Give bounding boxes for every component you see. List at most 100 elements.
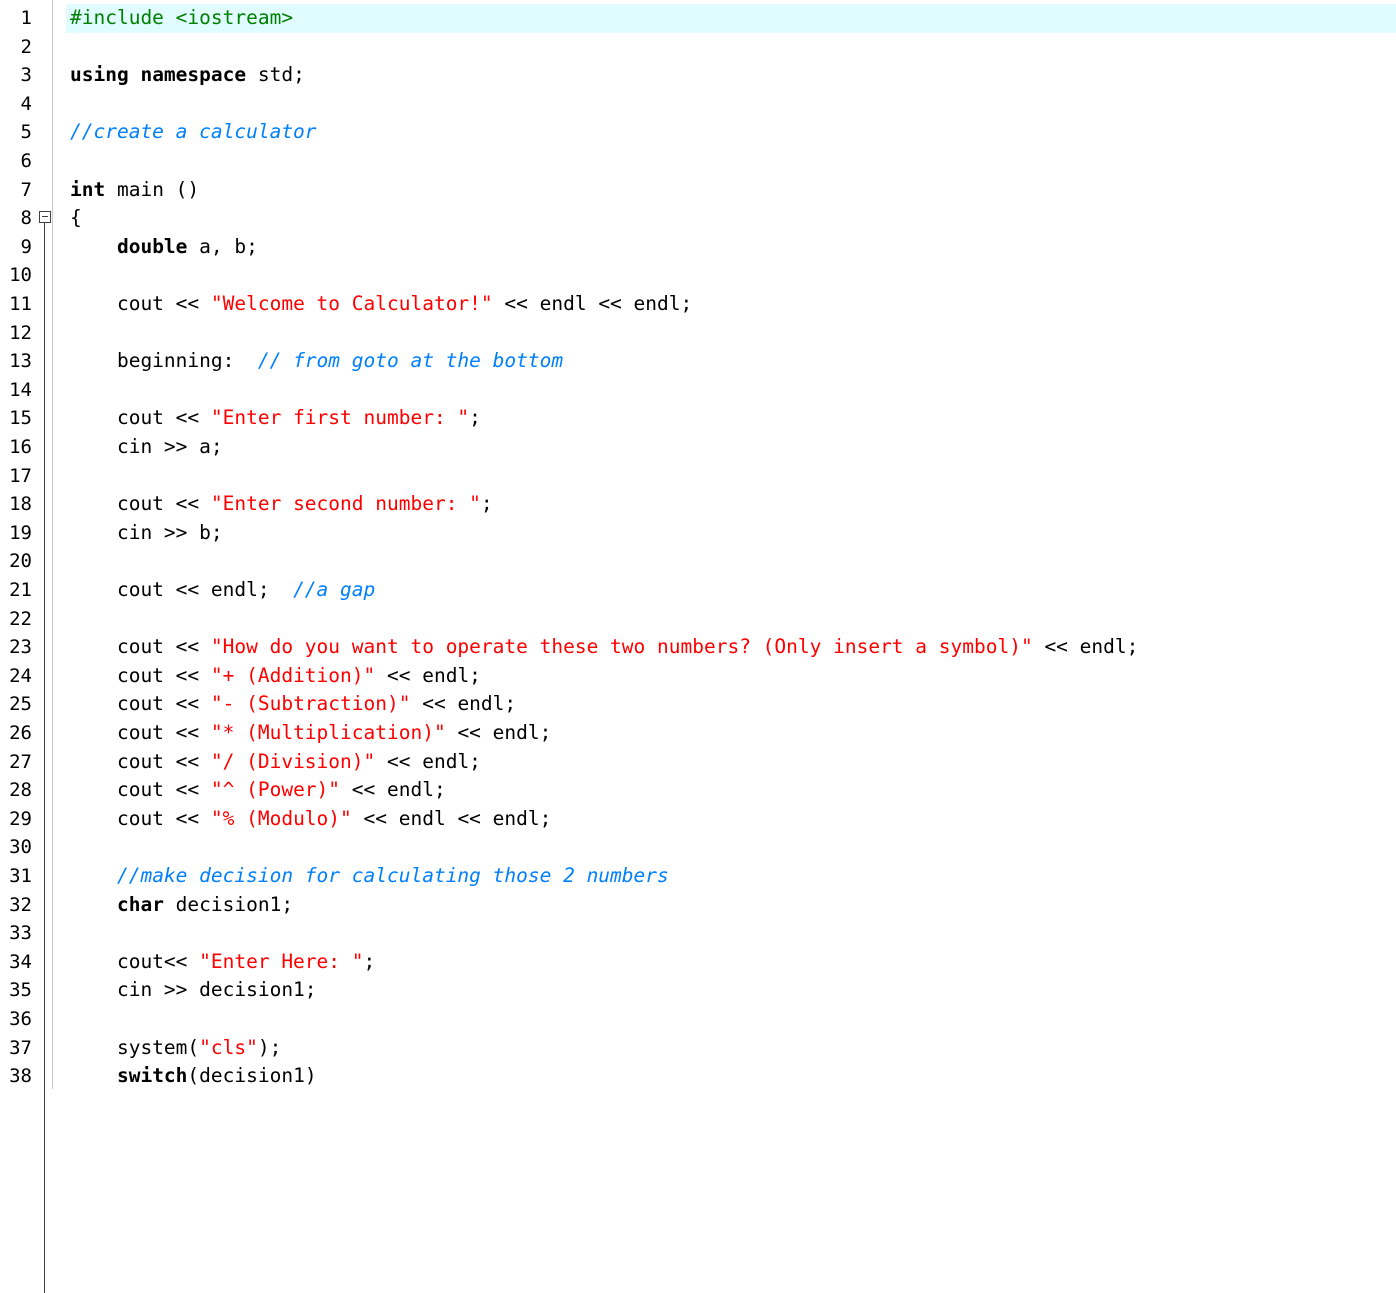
code-text[interactable]: //make decision for calculating those 2 … — [66, 862, 1396, 891]
code-line[interactable]: 23 cout << "How do you want to operate t… — [0, 633, 1396, 662]
code-text[interactable]: cout << "Enter second number: "; — [66, 490, 1396, 519]
code-line[interactable]: 18 cout << "Enter second number: "; — [0, 490, 1396, 519]
code-text[interactable]: system("cls"); — [66, 1034, 1396, 1063]
code-line[interactable]: 3 using namespace std; — [0, 61, 1396, 90]
code-line[interactable]: 4 — [0, 90, 1396, 119]
code-text[interactable]: switch(decision1) — [66, 1062, 1396, 1091]
code-line[interactable]: 28 cout << "^ (Power)" << endl; — [0, 776, 1396, 805]
code-line[interactable]: 14 — [0, 376, 1396, 405]
code-text[interactable]: cout << endl; //a gap — [66, 576, 1396, 605]
code-line[interactable]: 25 cout << "- (Subtraction)" << endl; — [0, 690, 1396, 719]
token-plain: std; — [246, 63, 305, 87]
code-line[interactable]: 37 system("cls"); — [0, 1034, 1396, 1063]
token-plain: a, b; — [187, 234, 258, 258]
code-line[interactable]: 32 char decision1; — [0, 891, 1396, 920]
line-number: 6 — [20, 150, 32, 172]
code-line[interactable]: 22 — [0, 605, 1396, 634]
code-text[interactable]: cout << "+ (Addition)" << endl; — [66, 662, 1396, 691]
code-text[interactable]: { — [66, 204, 1396, 233]
code-text[interactable]: char decision1; — [66, 891, 1396, 920]
code-text[interactable]: cout << "/ (Division)" << endl; — [66, 748, 1396, 777]
code-line[interactable]: 21 cout << endl; //a gap — [0, 576, 1396, 605]
token-plain: cout << — [70, 806, 211, 830]
code-text[interactable]: int main () — [66, 176, 1396, 205]
code-text[interactable] — [66, 147, 1396, 176]
code-text[interactable]: beginning: // from goto at the bottom — [66, 347, 1396, 376]
code-line[interactable]: 26 cout << "* (Multiplication)" << endl; — [0, 719, 1396, 748]
code-line[interactable]: 8{ — [0, 204, 1396, 1293]
code-line[interactable]: 16 cin >> a; — [0, 433, 1396, 462]
code-text[interactable] — [66, 833, 1396, 862]
token-plain: cin >> decision1; — [70, 978, 317, 1002]
code-line[interactable]: 6 — [0, 147, 1396, 176]
code-text[interactable]: cout << "^ (Power)" << endl; — [66, 776, 1396, 805]
line-number: 22 — [9, 607, 32, 630]
code-line[interactable]: 7 int main () — [0, 176, 1396, 205]
code-text[interactable]: cin >> decision1; — [66, 976, 1396, 1005]
token-plain: << endl; — [375, 749, 481, 773]
code-line[interactable]: 11 cout << "Welcome to Calculator!" << e… — [0, 290, 1396, 319]
code-text[interactable]: #include <iostream> — [66, 4, 1396, 33]
token-preproc: #include <iostream> — [70, 6, 294, 29]
code-line[interactable]: 5 //create a calculator — [0, 118, 1396, 147]
line-number: 25 — [9, 693, 32, 716]
code-text[interactable] — [66, 261, 1396, 290]
collapse-fold-icon[interactable] — [39, 211, 51, 224]
code-line[interactable]: 30 — [0, 833, 1396, 862]
line-number: 36 — [9, 1008, 32, 1030]
code-text[interactable]: cout<< "Enter Here: "; — [66, 948, 1396, 977]
code-text[interactable]: cout << "* (Multiplication)" << endl; — [66, 719, 1396, 748]
token-plain: cout << — [70, 721, 211, 744]
line-number: 31 — [9, 865, 32, 887]
code-text[interactable] — [66, 376, 1396, 405]
code-line[interactable]: 10 — [0, 261, 1396, 290]
code-line[interactable]: 36 — [0, 1005, 1396, 1034]
code-editor[interactable]: 1 #include <iostream> 2 3 using namespace st… — [0, 0, 1396, 1293]
code-text[interactable] — [66, 1005, 1396, 1034]
code-line[interactable]: 20 — [0, 547, 1396, 576]
code-line[interactable]: 31 //make decision for calculating those… — [0, 862, 1396, 891]
code-text[interactable]: cout << "Enter first number: "; — [66, 404, 1396, 433]
code-text[interactable] — [66, 547, 1396, 576]
code-text[interactable]: cout << "% (Modulo)" << endl << endl; — [66, 805, 1396, 834]
code-text[interactable]: double a, b; — [66, 233, 1396, 262]
code-text[interactable]: cout << "How do you want to operate thes… — [66, 633, 1396, 662]
token-plain: { — [70, 206, 82, 230]
code-line[interactable]: 1 #include <iostream> — [0, 4, 1396, 33]
code-text[interactable]: using namespace std; — [66, 61, 1396, 90]
token-plain: system( — [70, 1035, 200, 1059]
code-text[interactable] — [66, 462, 1396, 491]
code-line[interactable]: 29 cout << "% (Modulo)" << endl << endl; — [0, 805, 1396, 834]
code-line[interactable]: 35 cin >> decision1; — [0, 976, 1396, 1005]
code-line[interactable]: 24 cout << "+ (Addition)" << endl; — [0, 662, 1396, 691]
line-number: 1 — [20, 7, 32, 29]
code-text[interactable]: cin >> a; — [66, 433, 1396, 462]
code-text[interactable] — [66, 919, 1396, 948]
code-text[interactable]: cout << "- (Subtraction)" << endl; — [66, 690, 1396, 719]
token-plain: ; — [469, 406, 481, 430]
code-text[interactable]: cin >> b; — [66, 519, 1396, 548]
code-line[interactable]: 12 — [0, 319, 1396, 348]
code-line[interactable]: 2 — [0, 33, 1396, 62]
code-line[interactable]: 15 cout << "Enter first number: "; — [0, 404, 1396, 433]
code-text[interactable] — [66, 319, 1396, 348]
line-number: 14 — [9, 378, 32, 401]
code-line[interactable]: 13 beginning: // from goto at the bottom — [0, 347, 1396, 376]
line-number: 18 — [9, 493, 32, 516]
code-text[interactable]: cout << "Welcome to Calculator!" << endl… — [66, 290, 1396, 319]
code-line[interactable]: 17 — [0, 462, 1396, 491]
code-line[interactable]: 27 cout << "/ (Division)" << endl; — [0, 748, 1396, 777]
code-line[interactable]: 34 cout<< "Enter Here: "; — [0, 948, 1396, 977]
token-keyword: char — [116, 892, 164, 916]
code-line[interactable]: 38 switch(decision1) — [0, 1062, 1396, 1091]
code-line[interactable]: 9 double a, b; — [0, 233, 1396, 262]
line-number: 2 — [20, 35, 32, 58]
code-text[interactable]: //create a calculator — [66, 118, 1396, 147]
code-text[interactable] — [66, 33, 1396, 62]
code-line[interactable]: 33 — [0, 919, 1396, 948]
code-text[interactable] — [66, 90, 1396, 119]
token-string: "Enter second number: " — [210, 492, 481, 516]
code-line[interactable]: 19 cin >> b; — [0, 519, 1396, 548]
code-text[interactable] — [66, 605, 1396, 634]
